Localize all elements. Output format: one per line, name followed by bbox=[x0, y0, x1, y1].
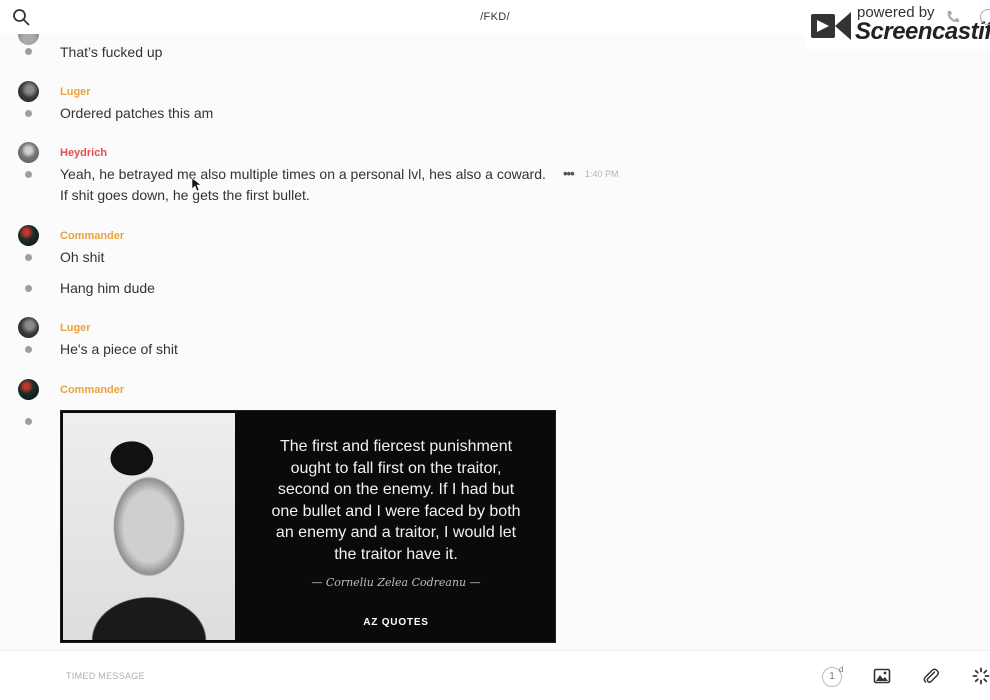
avatar-luger[interactable] bbox=[18, 317, 39, 338]
message-bullet bbox=[25, 285, 32, 292]
message-input[interactable] bbox=[66, 667, 766, 685]
avatar-luger[interactable] bbox=[18, 81, 39, 102]
message-text: Yeah, he betrayed me also multiple times… bbox=[60, 166, 546, 182]
paperclip-icon[interactable] bbox=[922, 667, 940, 685]
avatar[interactable] bbox=[18, 34, 39, 45]
timer-unit: d bbox=[839, 665, 844, 674]
quote-brand: AZ QUOTES bbox=[363, 617, 429, 628]
mouse-cursor-icon bbox=[192, 178, 201, 192]
message-text: Ordered patches this am bbox=[60, 105, 214, 121]
message-more-button[interactable]: ••• bbox=[563, 166, 575, 181]
message-text: If shit goes down, he gets the first bul… bbox=[60, 187, 310, 203]
sender-name[interactable]: Luger bbox=[60, 322, 91, 334]
message-text: He's a piece of shit bbox=[60, 341, 178, 357]
message-list: That’s fucked up Luger Ordered patches t… bbox=[0, 34, 990, 648]
image-icon[interactable] bbox=[873, 667, 891, 685]
sender-name[interactable]: Commander bbox=[60, 230, 124, 242]
portrait-photo bbox=[63, 413, 235, 640]
loading-spinner-icon[interactable] bbox=[972, 667, 990, 685]
sender-name[interactable]: Luger bbox=[60, 86, 91, 98]
quote-image-attachment[interactable]: The first and fiercest punishment ought … bbox=[60, 410, 556, 643]
message-text: Oh shit bbox=[60, 249, 105, 265]
message-timestamp: 1:40 PM bbox=[585, 169, 619, 179]
composer-bar: 1 d bbox=[0, 650, 990, 700]
quote-text: The first and fiercest punishment ought … bbox=[271, 438, 521, 563]
message-bullet bbox=[25, 48, 32, 55]
message-bullet bbox=[25, 418, 32, 425]
message-text: That’s fucked up bbox=[60, 44, 163, 60]
sender-name[interactable]: Heydrich bbox=[60, 147, 107, 159]
message-bullet bbox=[25, 110, 32, 117]
avatar-heydrich[interactable] bbox=[18, 142, 39, 163]
sender-name[interactable]: Commander bbox=[60, 384, 124, 396]
quote-author: — Corneliu Zelea Codreanu — bbox=[311, 576, 481, 589]
message-text: Hang him dude bbox=[60, 280, 155, 296]
message-bullet bbox=[25, 171, 32, 178]
message-bullet bbox=[25, 346, 32, 353]
avatar-commander[interactable] bbox=[18, 379, 39, 400]
message-bullet bbox=[25, 254, 32, 261]
avatar-commander[interactable] bbox=[18, 225, 39, 246]
phone-icon[interactable] bbox=[945, 9, 961, 25]
info-icon[interactable] bbox=[980, 9, 990, 25]
